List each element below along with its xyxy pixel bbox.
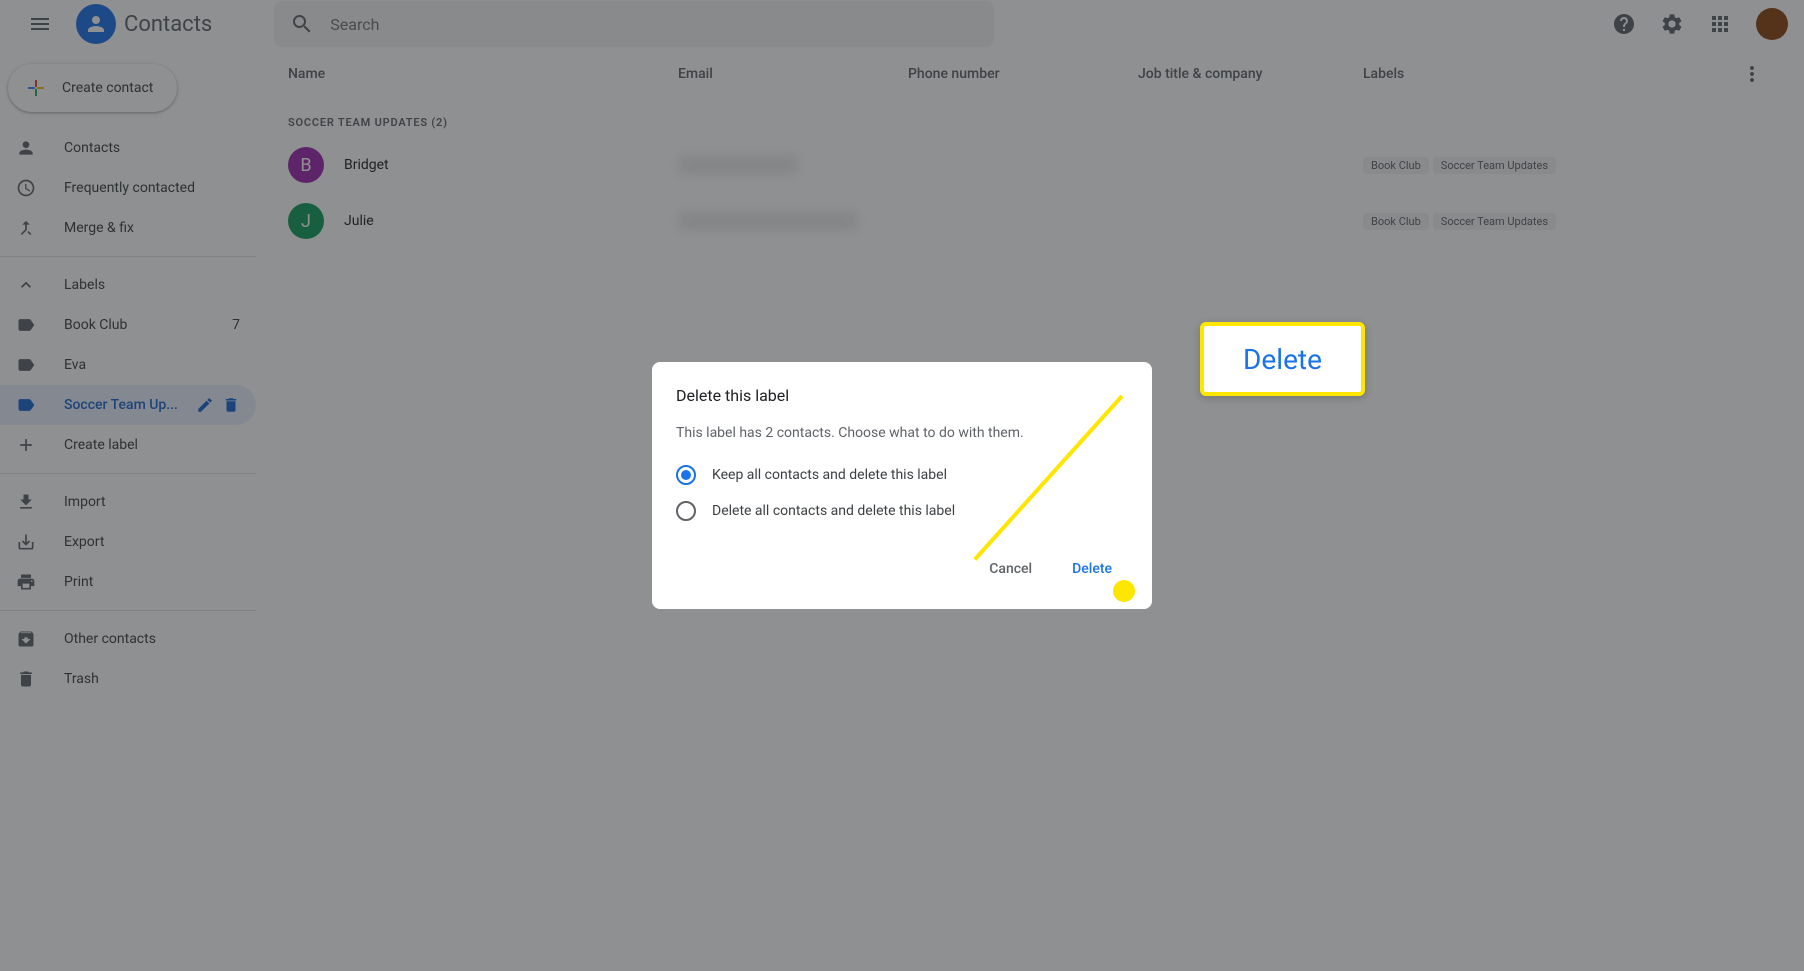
radio-label: Delete all contacts and delete this labe… <box>712 503 955 519</box>
dialog-actions: Cancel Delete <box>676 553 1128 585</box>
radio-icon <box>676 501 696 521</box>
callout-text: Delete <box>1243 343 1322 376</box>
dialog-message: This label has 2 contacts. Choose what t… <box>676 425 1128 441</box>
cancel-button[interactable]: Cancel <box>973 553 1048 585</box>
dialog-title: Delete this label <box>676 386 1128 405</box>
callout-annotation: Delete <box>1200 322 1365 396</box>
radio-option-keep[interactable]: Keep all contacts and delete this label <box>676 465 1128 485</box>
delete-button[interactable]: Delete <box>1056 553 1128 585</box>
radio-group: Keep all contacts and delete this label … <box>676 465 1128 521</box>
callout-dot <box>1113 580 1135 602</box>
modal-overlay: Delete this label This label has 2 conta… <box>0 0 1804 971</box>
delete-label-dialog: Delete this label This label has 2 conta… <box>652 362 1152 609</box>
radio-option-delete[interactable]: Delete all contacts and delete this labe… <box>676 501 1128 521</box>
radio-label: Keep all contacts and delete this label <box>712 467 947 483</box>
radio-icon <box>676 465 696 485</box>
